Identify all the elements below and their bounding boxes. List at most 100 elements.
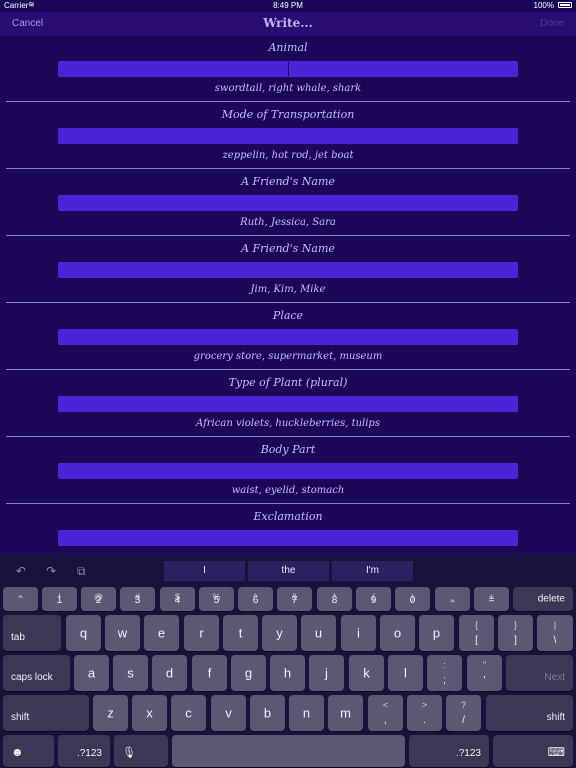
key-c[interactable]: c [171,695,206,731]
key-top-label: " [482,660,487,670]
key-z[interactable]: z [93,695,128,731]
key-label: u [314,625,323,641]
key-g[interactable]: g [231,655,266,691]
key-d[interactable]: d [152,655,187,691]
delete-key[interactable]: delete [513,587,573,611]
key-open-bracket[interactable]: {[ [459,615,494,651]
key-3[interactable]: #3 [120,587,155,611]
field-hint: waist, eyelid, stomach [231,485,345,496]
key-l[interactable]: l [388,655,423,691]
place-input[interactable] [58,329,518,345]
key-bottom-label: / [462,715,465,726]
field-place: Place grocery store, supermarket, museum [0,304,576,371]
exclamation-input[interactable] [58,530,518,546]
key-backtick[interactable]: ~ ` [3,587,38,611]
key-e[interactable]: e [144,615,179,651]
key-v[interactable]: v [211,695,246,731]
key-0[interactable]: ) 0 [395,587,430,611]
suggestion-1[interactable]: I [164,561,245,581]
key-h[interactable]: h [270,655,305,691]
key-s[interactable]: s [113,655,148,691]
key-semicolon[interactable]: :; [427,655,462,691]
microphone-key[interactable]: 🎙 [114,735,168,767]
field-hint: Jim, Kim, Mike [250,284,326,295]
body-part-input[interactable] [58,463,518,479]
key-j[interactable]: j [309,655,344,691]
paste-icon[interactable]: ⧉ [77,564,86,579]
divider [6,302,570,303]
key-t[interactable]: t [223,615,258,651]
key-a[interactable]: a [74,655,109,691]
next-key[interactable]: Next [506,655,573,691]
suggestion-2[interactable]: the [248,561,329,581]
key-label: e [157,625,166,641]
key-2[interactable]: @2 [81,587,116,611]
key-slash[interactable]: ? / [446,695,481,731]
key-x[interactable]: x [132,695,167,731]
key-minus[interactable]: _ - [435,587,470,611]
key-quote[interactable]: " ' [467,655,502,691]
key-label: x [146,705,153,721]
key-label: p [432,625,441,641]
key-comma[interactable]: <, [368,695,403,731]
key-p[interactable]: p [419,615,454,651]
key-w[interactable]: w [105,615,140,651]
key-b[interactable]: b [250,695,285,731]
key-o[interactable]: o [380,615,415,651]
field-type-of-plant: Type of Plant (plural) African violets, … [0,371,576,438]
tab-key[interactable]: tab [3,615,61,651]
key-top-label: > [421,700,428,710]
numbers-label: .?123 [76,748,102,759]
key-y[interactable]: y [262,615,297,651]
key-1[interactable]: ! 1 [42,587,77,611]
key-label: n [302,705,311,721]
key-close-bracket[interactable]: }] [498,615,533,651]
key-n[interactable]: n [289,695,324,731]
key-label: r [199,625,204,641]
key-r[interactable]: r [184,615,219,651]
key-u[interactable]: u [301,615,336,651]
key-7[interactable]: & 7 [277,587,312,611]
battery-percent: 100% [533,1,554,10]
key-9[interactable]: (9 [356,587,391,611]
caps-lock-key[interactable]: caps lock [3,655,70,691]
key-backslash[interactable]: | \ [537,615,573,651]
key-label: y [276,625,283,641]
done-button[interactable]: Done [540,18,564,29]
emoji-key[interactable]: ☻ [3,735,54,767]
plant-input[interactable] [58,396,518,412]
key-f[interactable]: f [192,655,227,691]
next-label: Next [544,672,565,683]
key-k[interactable]: k [349,655,384,691]
transportation-input[interactable] [58,128,518,144]
key-bottom-label: . [423,715,426,726]
key-equals[interactable]: + = [474,587,509,611]
key-i[interactable]: i [341,615,376,651]
field-friend-name-2: A Friend's Name Jim, Kim, Mike [0,237,576,304]
key-4[interactable]: $4 [160,587,195,611]
key-5[interactable]: % 5 [199,587,234,611]
key-period[interactable]: >. [407,695,442,731]
key-bottom-label: [ [475,635,478,646]
field-friend-name-1: A Friend's Name Ruth, Jessica, Sara [0,170,576,237]
shift-right-key[interactable]: shift [486,695,573,731]
numbers-key-right[interactable]: .?123 [409,735,489,767]
nav-bar: Cancel Write... Done [0,12,576,36]
friend-name-input-1[interactable] [58,195,518,211]
key-6[interactable]: ^ 6 [238,587,273,611]
key-bottom-label: 4 [174,595,181,606]
hide-keyboard-key[interactable]: ⌨ [493,735,573,767]
friend-name-input-2[interactable] [58,262,518,278]
key-m[interactable]: m [328,695,363,731]
numbers-key-left[interactable]: .?123 [58,735,110,767]
key-q[interactable]: q [66,615,101,651]
suggestion-3[interactable]: I'm [332,561,413,581]
key-8[interactable]: * 8 [317,587,352,611]
space-key[interactable] [172,735,405,767]
shift-left-key[interactable]: shift [3,695,89,731]
key-label: d [165,665,174,681]
redo-icon[interactable]: ↷ [46,564,56,578]
undo-icon[interactable]: ↶ [16,564,26,578]
caps-lock-label: caps lock [11,672,53,683]
delete-label: delete [537,593,565,605]
